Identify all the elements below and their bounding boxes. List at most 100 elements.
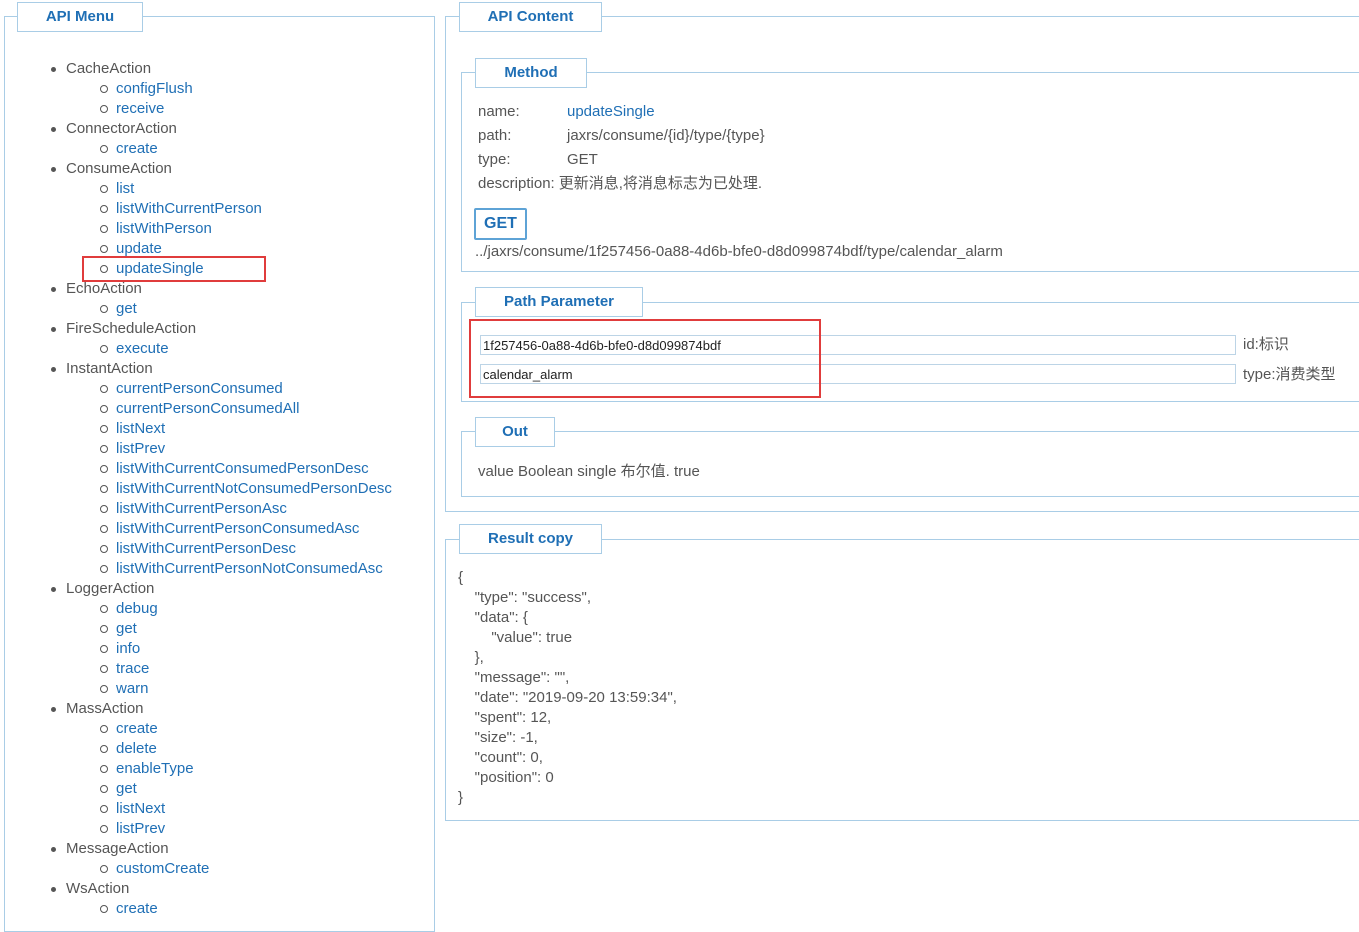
menu-item-link[interactable]: create xyxy=(116,140,158,157)
get-button[interactable]: GET xyxy=(474,208,527,240)
menu-item: listWithCurrentConsumedPersonDesc xyxy=(98,459,392,479)
menu-item: info xyxy=(98,639,392,659)
menu-item: listNext xyxy=(98,799,392,819)
menu-group: MessageAction customCreate xyxy=(48,839,392,879)
menu-item: debug xyxy=(98,599,392,619)
menu-group: WsAction create xyxy=(48,879,392,919)
menu-item-link[interactable]: listWithCurrentPersonDesc xyxy=(116,540,296,557)
menu-item-link[interactable]: create xyxy=(116,720,158,737)
method-type-value: GET xyxy=(567,151,598,168)
path-param-type-desc: type:消费类型 xyxy=(1243,366,1336,383)
menu-item-link[interactable]: trace xyxy=(116,660,149,677)
menu-group-label: EchoAction xyxy=(48,279,392,299)
menu-group: ConnectorAction create xyxy=(48,119,392,159)
menu-group-label: WsAction xyxy=(48,879,392,899)
menu-item-link[interactable]: listWithCurrentPersonAsc xyxy=(116,500,287,517)
menu-item-link[interactable]: warn xyxy=(116,680,149,697)
menu-item-link[interactable]: listNext xyxy=(116,420,165,437)
menu-item-link[interactable]: enableType xyxy=(116,760,194,777)
menu-item-link[interactable]: currentPersonConsumed xyxy=(116,380,283,397)
menu-sub-list: debug get info trace warn xyxy=(48,599,392,699)
menu-group: MassAction create delete enableType get listN… xyxy=(48,699,392,839)
menu-item-link[interactable]: debug xyxy=(116,600,158,617)
menu-item: currentPersonConsumedAll xyxy=(98,399,392,419)
out-text: value Boolean single 布尔值. true xyxy=(478,463,700,480)
method-name-label: name: xyxy=(478,103,520,120)
menu-item: warn xyxy=(98,679,392,699)
menu-group-label: FireScheduleAction xyxy=(48,319,392,339)
menu-group: LoggerAction debug get info trace warn xyxy=(48,579,392,699)
menu-group-label: MassAction xyxy=(48,699,392,719)
menu-group-label: InstantAction xyxy=(48,359,392,379)
menu-item: customCreate xyxy=(98,859,392,879)
method-name-row: name: updateSingle xyxy=(478,100,655,124)
menu-sub-list: get xyxy=(48,299,392,319)
method-name-value[interactable]: updateSingle xyxy=(567,103,655,120)
menu-item: delete xyxy=(98,739,392,759)
menu-item: list xyxy=(98,179,392,199)
result-title: Result copy xyxy=(459,524,602,554)
menu-item-link[interactable]: listWithCurrentPerson xyxy=(116,200,262,217)
menu-item-link[interactable]: get xyxy=(116,300,137,317)
menu-item: listNext xyxy=(98,419,392,439)
menu-item-link[interactable]: get xyxy=(116,780,137,797)
method-path-row: path: jaxrs/consume/{id}/type/{type} xyxy=(478,124,765,148)
menu-item-link[interactable]: execute xyxy=(116,340,169,357)
menu-item-link[interactable]: listWithCurrentPersonConsumedAsc xyxy=(116,520,359,537)
menu-group-label: ConsumeAction xyxy=(48,159,392,179)
menu-item-link[interactable]: listPrev xyxy=(116,820,165,837)
menu-item-link[interactable]: get xyxy=(116,620,137,637)
menu-item-link[interactable]: create xyxy=(116,900,158,917)
menu-item-link[interactable]: receive xyxy=(116,100,164,117)
menu-item: create xyxy=(98,139,392,159)
menu-item: create xyxy=(98,719,392,739)
menu-item-link[interactable]: update xyxy=(116,240,162,257)
menu-sub-list: create xyxy=(48,899,392,919)
method-type-label: type: xyxy=(478,151,511,168)
menu-item-link[interactable]: list xyxy=(116,180,134,197)
menu-sub-list: currentPersonConsumed currentPersonConsum… xyxy=(48,379,392,579)
menu-group: FireScheduleAction execute xyxy=(48,319,392,359)
menu-item: listWithPerson xyxy=(98,219,392,239)
menu-item-link[interactable]: customCreate xyxy=(116,860,209,877)
menu-sub-list: customCreate xyxy=(48,859,392,879)
menu-item: listWithCurrentNotConsumedPersonDesc xyxy=(98,479,392,499)
menu-sub-list: create xyxy=(48,139,392,159)
menu-item: get xyxy=(98,779,392,799)
menu-item-link[interactable]: listWithCurrentPersonNotConsumedAsc xyxy=(116,560,383,577)
menu-item-link[interactable]: listPrev xyxy=(116,440,165,457)
menu-sub-list: configFlush receive xyxy=(48,79,392,119)
menu-item: enableType xyxy=(98,759,392,779)
method-path-value: jaxrs/consume/{id}/type/{type} xyxy=(567,127,765,144)
path-parameter-title: Path Parameter xyxy=(475,287,643,317)
menu-item-link[interactable]: currentPersonConsumedAll xyxy=(116,400,299,417)
menu-item: listWithCurrentPerson xyxy=(98,199,392,219)
highlight-box-updatesingle xyxy=(82,256,266,282)
out-title: Out xyxy=(475,417,555,447)
menu-item-link[interactable]: listNext xyxy=(116,800,165,817)
menu-group-label: LoggerAction xyxy=(48,579,392,599)
menu-group: InstantAction currentPersonConsumed curren… xyxy=(48,359,392,579)
method-title: Method xyxy=(475,58,587,88)
menu-item: create xyxy=(98,899,392,919)
menu-item-link[interactable]: configFlush xyxy=(116,80,193,97)
menu-item-link[interactable]: listWithCurrentNotConsumedPersonDesc xyxy=(116,480,392,497)
menu-sub-list: execute xyxy=(48,339,392,359)
menu-item: listWithCurrentPersonConsumedAsc xyxy=(98,519,392,539)
menu-group: EchoAction get xyxy=(48,279,392,319)
menu-item-link[interactable]: listWithPerson xyxy=(116,220,212,237)
menu-item: execute xyxy=(98,339,392,359)
menu-item: configFlush xyxy=(98,79,392,99)
menu-item-link[interactable]: delete xyxy=(116,740,157,757)
method-description-row: description: 更新消息,将消息标志为已处理. xyxy=(478,172,762,196)
menu-item-link[interactable]: info xyxy=(116,640,140,657)
highlight-box-path-params xyxy=(469,319,821,398)
menu-item: listPrev xyxy=(98,819,392,839)
result-json: { "type": "success", "data": { "value": … xyxy=(458,569,677,806)
menu-item: receive xyxy=(98,99,392,119)
menu-item: get xyxy=(98,619,392,639)
menu-item: trace xyxy=(98,659,392,679)
menu-group-label: CacheAction xyxy=(48,59,392,79)
menu-sub-list: create delete enableType get listNext listPre… xyxy=(48,719,392,839)
menu-item-link[interactable]: listWithCurrentConsumedPersonDesc xyxy=(116,460,369,477)
